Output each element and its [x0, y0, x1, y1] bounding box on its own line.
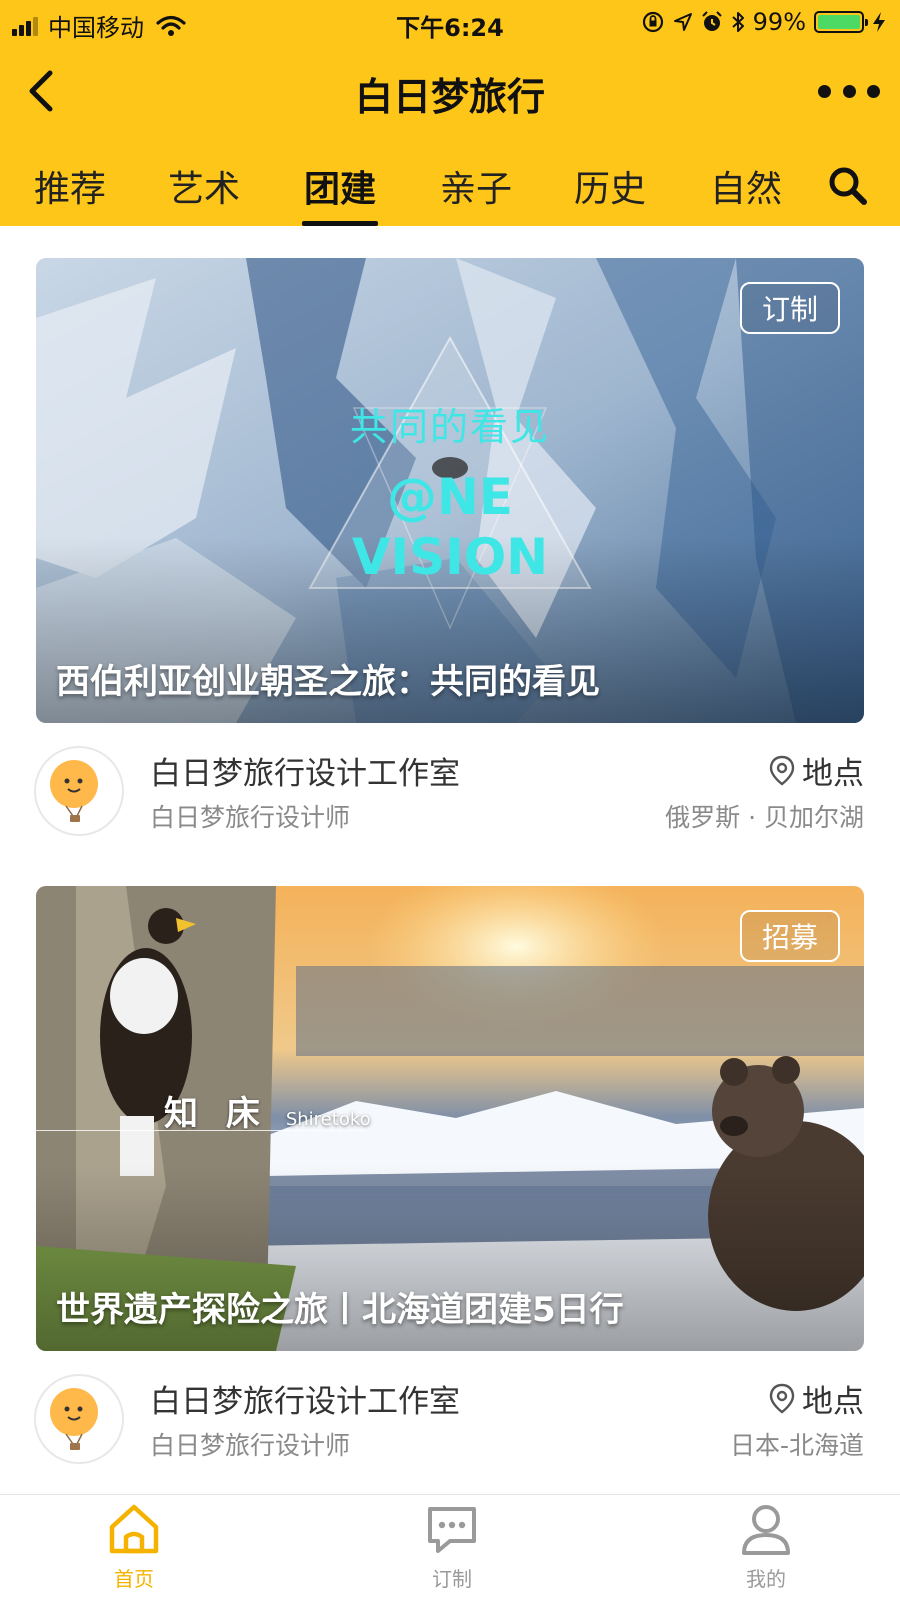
card-author-row[interactable]: 白日梦旅行设计工作室 白日梦旅行设计师 地点 日本-北海道 — [34, 1372, 864, 1468]
tab-nature[interactable]: 自然 — [710, 160, 782, 226]
balloon-mascot-icon — [50, 760, 98, 822]
bottom-tab-label: 订制 — [432, 1567, 472, 1591]
location-label-text: 地点 — [802, 756, 864, 792]
navigation-bar: 白日梦旅行 — [0, 50, 900, 132]
battery-level — [818, 15, 860, 29]
image-overlay-en-2: VISION — [351, 528, 549, 586]
page-title: 白日梦旅行 — [354, 75, 545, 119]
author-name: 白日梦旅行设计工作室 — [150, 756, 460, 792]
trip-card-image[interactable]: 知 床 Shiretoko 招募 世界遗产探险之旅丨北海道团建5日行 — [36, 886, 864, 1351]
image-overlay-en-1: @NE — [386, 468, 513, 526]
rotation-lock-icon — [642, 11, 663, 33]
bottom-tab-label: 我的 — [746, 1567, 786, 1591]
more-dot — [842, 84, 856, 98]
status-bar: 中国移动 下午6:24 99% — [0, 0, 900, 44]
image-overlay-en: Shiretoko — [285, 1109, 371, 1130]
tab-history[interactable]: 历史 — [574, 160, 646, 226]
bluetooth-icon — [731, 12, 744, 32]
bottom-tab-home[interactable]: 首页 — [64, 1501, 204, 1599]
card-badge: 招募 — [739, 910, 840, 962]
tab-recommend[interactable]: 推荐 — [34, 160, 106, 226]
more-dot — [818, 84, 831, 98]
map-pin-icon — [769, 755, 795, 785]
card-badge: 订制 — [739, 282, 840, 334]
category-tabs: 推荐 艺术 团建 亲子 历史 自然 — [0, 150, 900, 226]
location-label: 地点 — [768, 1376, 864, 1421]
home-icon — [109, 1504, 159, 1554]
overlay-divider — [36, 1130, 366, 1131]
author-name: 白日梦旅行设计工作室 — [150, 1384, 460, 1420]
bottom-tab-bar: 首页 订制 我的 — [0, 1494, 900, 1600]
chat-bubble-icon — [428, 1507, 476, 1553]
battery-percent: 99% — [752, 8, 806, 36]
tab-art[interactable]: 艺术 — [168, 160, 240, 226]
battery-icon — [814, 11, 868, 33]
bottom-tab-label: 首页 — [114, 1567, 154, 1591]
location-value: 日本-北海道 — [729, 1431, 864, 1460]
image-overlay-cn: 共同的看见 — [349, 405, 550, 449]
more-dot — [867, 84, 880, 98]
map-pin-icon — [769, 1383, 795, 1413]
location-label-text: 地点 — [802, 1384, 864, 1420]
location-value: 俄罗斯 · 贝加尔湖 — [665, 803, 864, 832]
trip-card-image[interactable]: 共同的看见 @NE VISION 订制 西伯利亚创业朝圣之旅：共同的看见 — [36, 258, 864, 723]
card-title: 世界遗产探险之旅丨北海道团建5日行 — [56, 1290, 624, 1330]
location-arrow-icon — [673, 13, 692, 31]
author-role: 白日梦旅行设计师 — [150, 1431, 351, 1460]
tab-team-building[interactable]: 团建 — [302, 160, 378, 226]
bottom-tab-mine[interactable]: 我的 — [696, 1501, 836, 1599]
alarm-icon — [701, 11, 722, 31]
card-author-row[interactable]: 白日梦旅行设计工作室 白日梦旅行设计师 地点 俄罗斯 · 贝加尔湖 — [34, 744, 864, 840]
image-overlay-cn: 知 床 — [164, 1094, 268, 1134]
back-button[interactable] — [14, 64, 68, 118]
status-right: 99% — [641, 8, 886, 36]
avatar — [34, 1374, 124, 1464]
card-title: 西伯利亚创业朝圣之旅：共同的看见 — [56, 662, 600, 702]
more-options-button[interactable] — [818, 70, 880, 112]
chevron-left-icon — [29, 70, 53, 112]
location-label: 地点 — [768, 748, 864, 793]
tab-family[interactable]: 亲子 — [440, 160, 512, 226]
image-overlay-label: 知 床 Shiretoko — [164, 1086, 371, 1135]
user-icon — [742, 1505, 790, 1555]
bottom-tab-custom[interactable]: 订制 — [382, 1501, 522, 1599]
balloon-mascot-icon — [50, 1388, 98, 1450]
search-icon[interactable] — [826, 164, 870, 208]
author-role: 白日梦旅行设计师 — [150, 803, 351, 832]
app-header: 中国移动 下午6:24 99% 白日梦旅行 推荐 艺术 团建 亲子 历史 自然 — [0, 0, 900, 226]
charging-bolt-icon — [873, 12, 885, 32]
avatar — [34, 746, 124, 836]
